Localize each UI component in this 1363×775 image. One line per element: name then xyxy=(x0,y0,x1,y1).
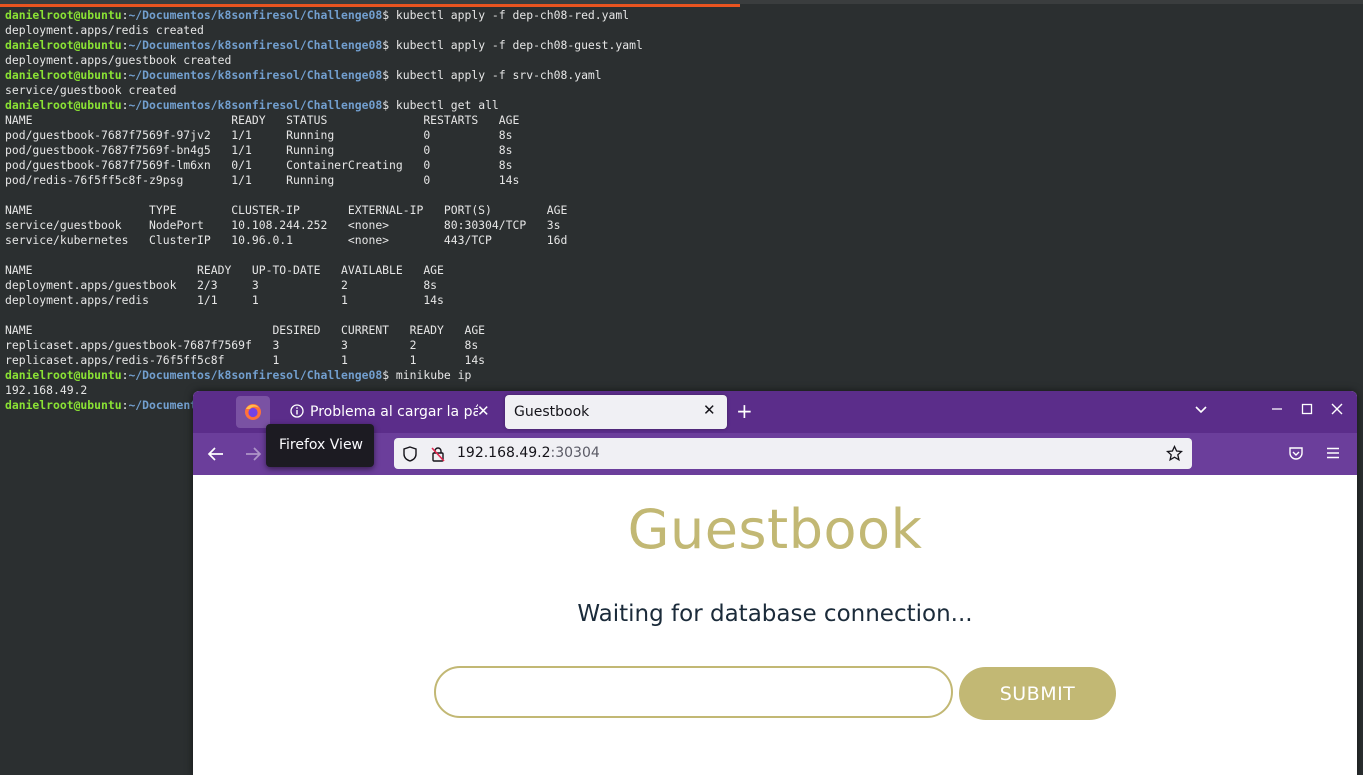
url-port: :30304 xyxy=(550,445,600,461)
terminal-output-line: NAME TYPE CLUSTER-IP EXTERNAL-IP PORT(S)… xyxy=(5,203,568,217)
minimize-icon[interactable] xyxy=(1270,402,1284,421)
terminal-output-line: service/kubernetes ClusterIP 10.96.0.1 <… xyxy=(5,233,568,247)
url-host: 192.168.49.2 xyxy=(457,445,551,461)
tab-title: Guestbook xyxy=(514,404,590,420)
prompt-user: danielroot@ubuntu xyxy=(5,398,122,412)
terminal-output-line: pod/redis-76f5ff5c8f-z9psg 1/1 Running 0… xyxy=(5,173,520,187)
terminal-output[interactable]: danielroot@ubuntu:~/Documentos/k8sonfire… xyxy=(5,8,643,413)
terminal-output-line: pod/guestbook-7687f7569f-lm6xn 0/1 Conta… xyxy=(5,158,513,172)
status-message: Waiting for database connection... xyxy=(577,601,973,627)
new-tab-plus-icon[interactable]: + xyxy=(736,400,753,422)
info-icon xyxy=(290,404,304,422)
prompt-path: ~/Documentos/k8sonfiresol/Challenge08 xyxy=(128,98,383,112)
terminal-prompt-line: danielroot@ubuntu:~/Documentos/k8sonfire… xyxy=(5,368,643,383)
close-window-icon[interactable] xyxy=(1330,402,1344,421)
guestbook-entry-input[interactable] xyxy=(434,666,953,718)
back-arrow-icon[interactable] xyxy=(207,445,225,468)
firefox-view-tooltip: Firefox View xyxy=(266,424,374,467)
tab-guestbook[interactable]: Guestbook ✕ xyxy=(505,395,727,429)
terminal-prompt-line: danielroot@ubuntu:~/Documentos/k8sonfire… xyxy=(5,38,643,53)
guestbook-page: Guestbook Waiting for database connectio… xyxy=(193,475,1357,775)
terminal-output-line: NAME READY STATUS RESTARTS AGE xyxy=(5,113,520,127)
firefox-view-button[interactable] xyxy=(236,396,270,428)
terminal-output-line: NAME READY UP-TO-DATE AVAILABLE AGE xyxy=(5,263,444,277)
terminal-output-line: deployment.apps/redis created xyxy=(5,23,204,37)
terminal-focus-accent xyxy=(0,4,740,7)
tab-title: Problema al cargar la página xyxy=(310,404,478,420)
prompt-path: ~/Documentos/k8sonfiresol/Challenge08 xyxy=(128,68,383,82)
prompt-path: ~/Documentos/k8sonfiresol/Challenge08 xyxy=(128,8,383,22)
terminal-output-line: replicaset.apps/guestbook-7687f7569f 3 3… xyxy=(5,338,479,352)
submit-button[interactable]: SUBMIT xyxy=(959,667,1116,720)
bookmark-star-icon[interactable] xyxy=(1165,444,1184,467)
tooltip-text: Firefox View xyxy=(279,437,364,453)
terminal-output-line: pod/guestbook-7687f7569f-bn4g5 1/1 Runni… xyxy=(5,143,513,157)
prompt-user: danielroot@ubuntu xyxy=(5,68,122,82)
prompt-user: danielroot@ubuntu xyxy=(5,8,122,22)
prompt-command: $ kubectl apply -f dep-ch08-guest.yaml xyxy=(382,38,643,52)
prompt-user: danielroot@ubuntu xyxy=(5,38,122,52)
terminal-output-line: service/guestbook NodePort 10.108.244.25… xyxy=(5,218,561,232)
terminal-prompt-line: danielroot@ubuntu:~/Documentos/k8sonfire… xyxy=(5,98,643,113)
close-tab-icon[interactable]: ✕ xyxy=(477,402,490,420)
prompt-user: danielroot@ubuntu xyxy=(5,368,122,382)
terminal-output-line: deployment.apps/redis 1/1 1 1 14s xyxy=(5,293,444,307)
pocket-icon[interactable] xyxy=(1288,445,1304,466)
terminal-output-line: replicaset.apps/redis-76f5ff5c8f 1 1 1 1… xyxy=(5,353,486,367)
hamburger-menu-icon[interactable] xyxy=(1325,445,1341,466)
prompt-command: $ kubectl get all xyxy=(382,98,499,112)
terminal-output-line: deployment.apps/guestbook 2/3 3 2 8s xyxy=(5,278,438,292)
prompt-path: ~/Documentos/k8sonfiresol/Challenge08 xyxy=(128,38,383,52)
terminal-prompt-line: danielroot@ubuntu:~/Documentos/k8sonfire… xyxy=(5,8,643,23)
page-title: Guestbook xyxy=(627,498,923,561)
prompt-user: danielroot@ubuntu xyxy=(5,98,122,112)
forward-arrow-icon[interactable] xyxy=(244,445,262,468)
url-text[interactable]: 192.168.49.2:30304 xyxy=(457,445,600,461)
prompt-path: ~/Documentos/k8sonfiresol/Challenge08 xyxy=(128,368,383,382)
terminal-output-line: service/guestbook created xyxy=(5,83,177,97)
insecure-lock-icon[interactable] xyxy=(430,446,446,467)
terminal-prompt-line: danielroot@ubuntu:~/Documentos/k8sonfire… xyxy=(5,68,643,83)
shield-icon[interactable] xyxy=(402,446,418,467)
prompt-command: $ kubectl apply -f srv-ch08.yaml xyxy=(382,68,602,82)
firefox-logo-icon xyxy=(245,404,261,420)
terminal-output-line: deployment.apps/guestbook created xyxy=(5,53,232,67)
prompt-command: $ kubectl apply -f dep-ch08-red.yaml xyxy=(382,8,630,22)
maximize-icon[interactable] xyxy=(1300,402,1314,421)
url-bar[interactable]: 192.168.49.2:30304 xyxy=(394,438,1192,469)
prompt-command: $ minikube ip xyxy=(382,368,472,382)
close-tab-icon[interactable]: ✕ xyxy=(703,401,716,419)
list-all-tabs-chevron-icon[interactable] xyxy=(1194,403,1208,422)
terminal-output-line: NAME DESIRED CURRENT READY AGE xyxy=(5,323,486,337)
terminal-output-line: pod/guestbook-7687f7569f-97jv2 1/1 Runni… xyxy=(5,128,513,142)
